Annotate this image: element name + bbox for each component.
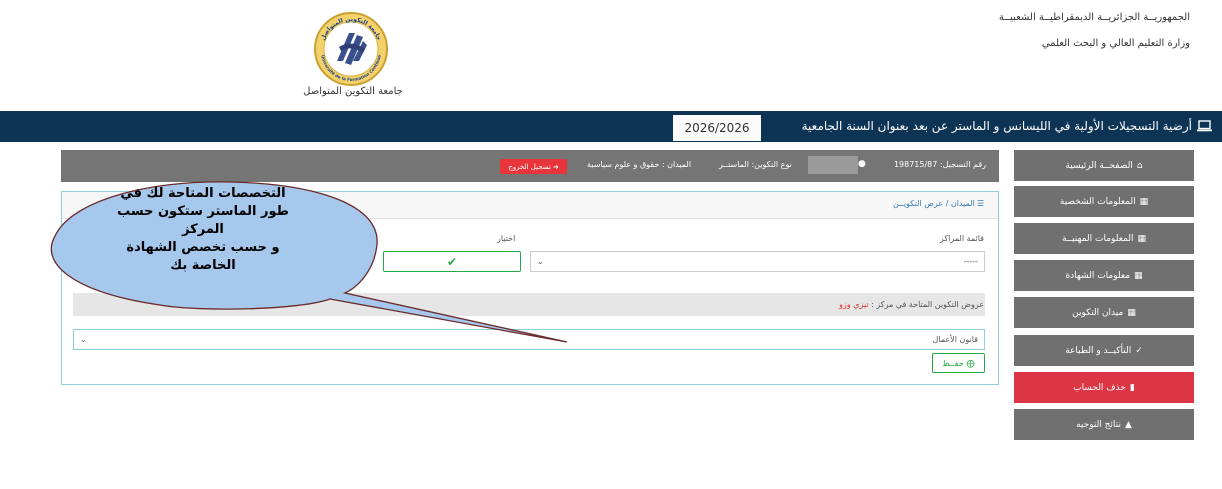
sidebar-item-label: المعلومات المهنيــة bbox=[1062, 233, 1134, 244]
id-card-icon: ▦ bbox=[1127, 307, 1136, 318]
callout-line: التخصصات المتاحة لك في bbox=[120, 186, 286, 201]
university-logo: جامعة التكوين المتواصل Université de la … bbox=[314, 12, 388, 86]
chevron-down-icon: ⌄ bbox=[537, 257, 544, 266]
training-field: الميدان : حقوق و علوم سياسية bbox=[587, 160, 692, 169]
offers-text: عروض التكوين المتاحة في مركز : تيزي وزو bbox=[839, 300, 984, 309]
check-icon: ✓ bbox=[1135, 345, 1143, 356]
offers-center-name: تيزي وزو bbox=[839, 300, 869, 309]
breadcrumb-text: الميدان / عرض التكويــن bbox=[893, 199, 975, 208]
sidebar-item-training-field[interactable]: ▦ ميدان التكوين bbox=[1014, 297, 1194, 328]
sidebar-item-professional-info[interactable]: ▦ المعلومات المهنيــة bbox=[1014, 223, 1194, 254]
callout-line: و حسب تخصص الشهادة bbox=[126, 240, 280, 255]
home-icon: ⌂ bbox=[1136, 160, 1143, 171]
sidebar-item-delete-account[interactable]: ▮ حذف الحساب bbox=[1014, 372, 1194, 403]
specialty-select-value: قانون الأعمال bbox=[932, 335, 978, 344]
university-name: جامعة التكوين المتواصل bbox=[303, 86, 403, 97]
callout-line: طور الماستر ستكون حسب bbox=[117, 204, 289, 219]
chevron-down-icon: ⌄ bbox=[80, 335, 87, 344]
sidebar-item-label: نتائج التوجيه bbox=[1076, 419, 1121, 430]
centers-label: قائمة المراكز bbox=[939, 234, 984, 243]
trash-icon: ▮ bbox=[1129, 382, 1135, 393]
id-card-icon: ▦ bbox=[1139, 196, 1149, 207]
callout-line: المركز bbox=[182, 222, 224, 237]
sidebar-item-label: التأكيــد و الطباعة bbox=[1065, 345, 1132, 356]
sidebar-item-certificate-info[interactable]: ▦ معلومات الشهادة bbox=[1014, 260, 1194, 291]
callout-line: الخاصة بك bbox=[170, 258, 236, 273]
logout-label: تسجيل الخروج bbox=[508, 162, 551, 171]
callout-text: التخصصات المتاحة لك في طور الماستر ستكون… bbox=[85, 185, 321, 275]
graduation-cap-icon: ▲ bbox=[1124, 419, 1132, 430]
id-card-icon: ▦ bbox=[1137, 233, 1146, 244]
save-button[interactable]: ⨁ حفــظ bbox=[932, 353, 985, 373]
offers-label: عروض التكوين المتاحة في مركز : bbox=[871, 300, 984, 309]
ministry-name: وزارة التعليم العالي و البحث العلمي bbox=[1041, 38, 1190, 49]
sidebar-item-home[interactable]: ⌂ الصفحــة الرئيسية bbox=[1014, 150, 1194, 181]
center-select-value: ----- bbox=[963, 257, 978, 266]
id-card-icon: ▦ bbox=[1134, 270, 1143, 281]
check-icon: ✔ bbox=[446, 254, 458, 269]
plus-circle-icon: ⨁ bbox=[966, 358, 975, 368]
registration-number: رقم التسجيل: 198715/87 bbox=[893, 160, 986, 169]
center-select[interactable]: ----- ⌄ bbox=[530, 251, 985, 272]
sidebar-item-label: حذف الحساب bbox=[1073, 382, 1126, 393]
training-type: نوع التكوين: الماستــر bbox=[719, 160, 792, 169]
government-name: الجمهوريــة الجزائريــة الديمقراطيــة ال… bbox=[998, 12, 1190, 23]
breadcrumb: ☰ الميدان / عرض التكويــن bbox=[893, 199, 984, 208]
sidebar-item-confirm-print[interactable]: ✓ التأكيــد و الطباعة bbox=[1014, 335, 1194, 366]
list-icon: ☰ bbox=[976, 199, 984, 208]
sidebar-item-orientation-results[interactable]: ▲ نتائج التوجيه bbox=[1014, 409, 1194, 440]
sidebar-item-label: المعلومات الشخصية bbox=[1059, 196, 1136, 207]
user-icon: ● bbox=[858, 159, 866, 169]
sidebar-item-personal-info[interactable]: ▦ المعلومات الشخصية bbox=[1014, 186, 1194, 217]
banner-title-text: أرضية التسجيلات الأولية في الليسانس و ال… bbox=[801, 119, 1192, 133]
choose-button[interactable]: ✔ bbox=[383, 251, 521, 272]
logout-icon: ➜ bbox=[552, 162, 559, 171]
sidebar-item-label: معلومات الشهادة bbox=[1065, 270, 1131, 281]
sidebar-item-label: الصفحــة الرئيسية bbox=[1065, 160, 1133, 171]
sidebar-item-label: ميدان التكوين bbox=[1072, 307, 1124, 318]
banner-title: أرضية التسجيلات الأولية في الليسانس و ال… bbox=[802, 119, 1212, 133]
save-label: حفــظ bbox=[942, 358, 964, 368]
user-name-redacted bbox=[808, 156, 858, 174]
laptop-icon bbox=[1197, 120, 1212, 132]
choice-label: اختيار bbox=[497, 234, 516, 243]
logout-button[interactable]: ➜ تسجيل الخروج bbox=[500, 159, 567, 174]
academic-year: 2026/2026 bbox=[673, 115, 761, 141]
specialty-select[interactable]: قانون الأعمال ⌄ bbox=[73, 329, 985, 350]
